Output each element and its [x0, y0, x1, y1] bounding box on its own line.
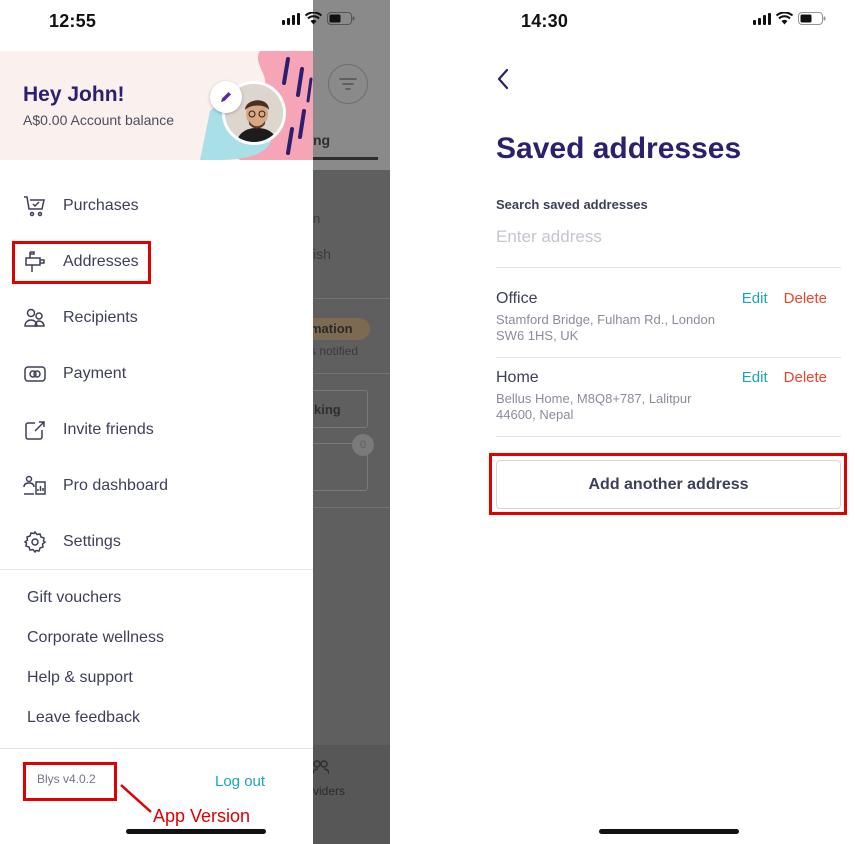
home-indicator: [126, 829, 266, 834]
providers-icon: [312, 759, 330, 782]
address-item-home: Home Bellus Home, M8Q8+787, Lalitpur 446…: [496, 369, 841, 423]
address-line-2: 44600, Nepal: [496, 407, 574, 422]
address-actions: Edit Delete: [742, 369, 827, 386]
status-time: 14:30: [521, 11, 569, 31]
filter-icon: [328, 64, 368, 104]
app-version-annotation: App Version: [153, 806, 251, 826]
address-line-1: Bellus Home, M8Q8+787, Lalitpur: [496, 391, 692, 406]
address-actions: Edit Delete: [742, 290, 827, 307]
battery-icon: [798, 12, 826, 25]
address-detail: Bellus Home, M8Q8+787, Lalitpur 44600, N…: [496, 391, 736, 423]
background-text: n: [313, 211, 321, 226]
background-text: ish: [313, 246, 331, 262]
background-text: s notified: [310, 344, 359, 358]
delete-office-button[interactable]: Delete: [784, 290, 827, 307]
back-button[interactable]: [496, 68, 510, 95]
background-tab-label: viders: [313, 784, 346, 798]
address-item-office: Office Stamford Bridge, Fulham Rd., Lond…: [496, 290, 841, 344]
address-divider: [496, 436, 841, 437]
search-divider: [496, 267, 841, 268]
background-divider: [313, 507, 392, 508]
search-input[interactable]: [496, 227, 836, 247]
edit-office-button[interactable]: Edit: [742, 290, 768, 307]
status-icons: [753, 12, 826, 25]
chevron-left-icon: [497, 68, 509, 90]
annotation-arrow-icon: [120, 784, 152, 813]
right-phone-screen: 14:30 Saved addresses Search saved addre…: [392, 0, 855, 844]
left-phone-screen: ng n ish mation s notified king 0 viders…: [0, 0, 392, 844]
battery-icon: [327, 12, 355, 25]
address-detail: Stamford Bridge, Fulham Rd., London SW6 …: [496, 312, 736, 344]
address-line-2: SW6 1HS, UK: [496, 328, 579, 343]
delete-home-button[interactable]: Delete: [784, 369, 827, 386]
background-divider: [313, 373, 392, 374]
add-address-highlight-box: [489, 453, 847, 515]
background-button: king: [305, 390, 368, 428]
home-indicator: [599, 829, 739, 834]
address-line-1: Stamford Bridge, Fulham Rd., London: [496, 312, 715, 327]
edit-home-button[interactable]: Edit: [742, 369, 768, 386]
address-divider: [496, 357, 841, 358]
background-button-label: king: [314, 402, 341, 417]
background-tab-underline: [313, 157, 378, 160]
background-tab: ng: [313, 132, 331, 148]
wifi-icon: [776, 12, 793, 25]
background-badge: 0: [352, 434, 374, 456]
background-tabbar: viders: [312, 745, 392, 844]
search-label: Search saved addresses: [496, 197, 648, 212]
signal-icon: [753, 12, 771, 25]
page-title: Saved addresses: [496, 132, 742, 165]
background-divider: [313, 298, 392, 299]
